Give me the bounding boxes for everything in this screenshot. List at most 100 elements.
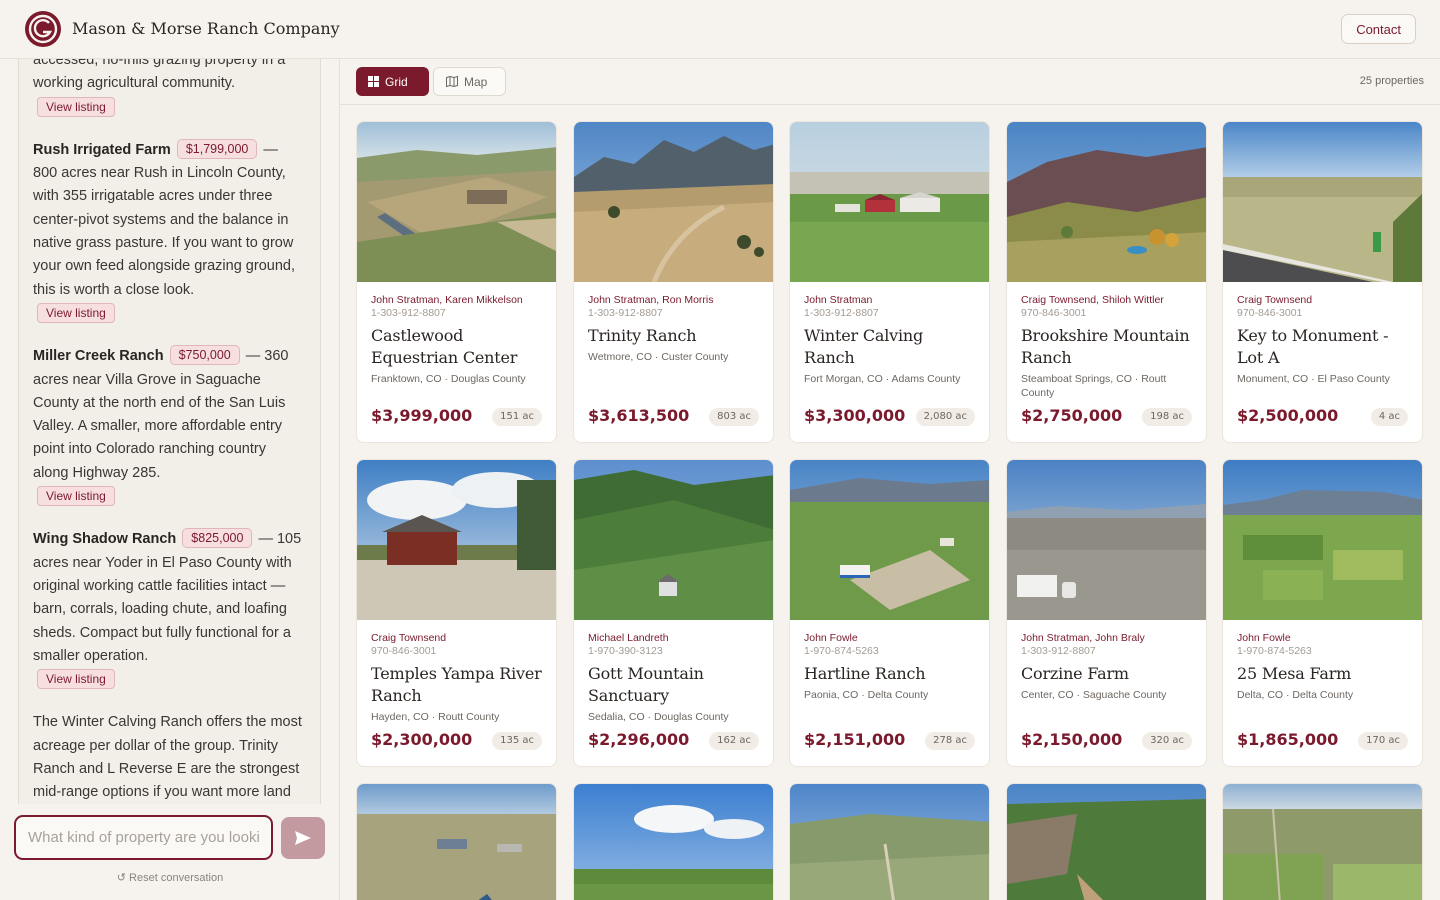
property-card[interactable] — [1222, 783, 1423, 900]
view-toolbar: Grid Map 25 properties — [340, 59, 1440, 105]
property-photo[interactable] — [1007, 784, 1206, 900]
agent-phone[interactable]: 1-303-912-8807 — [1021, 645, 1192, 657]
property-location: Delta, CO · Delta County — [1237, 689, 1354, 701]
listings-main: Grid Map 25 properties John Stratman, Ka… — [340, 59, 1440, 900]
property-card[interactable]: John Stratman, Ron Morris 1-303-912-8807 T… — [573, 121, 774, 443]
property-photo[interactable] — [574, 784, 773, 900]
property-location: Fort Morgan, CO · Adams County — [804, 373, 961, 385]
property-photo[interactable] — [790, 122, 989, 282]
property-price: $2,150,000 — [1021, 730, 1123, 749]
agent-link[interactable]: Shiloh Wittler — [1102, 294, 1164, 306]
property-card[interactable]: John Stratman, Karen Mikkelson 1-303-912-… — [356, 121, 557, 443]
property-title[interactable]: Trinity Ranch — [588, 325, 759, 347]
agent-link[interactable]: John Stratman — [1021, 632, 1089, 644]
grid-icon — [368, 76, 379, 87]
reset-conversation-link[interactable]: ↺ Reset conversation — [0, 871, 340, 884]
property-title[interactable]: Winter Calving Ranch — [804, 325, 975, 369]
acreage-badge: 162 ac — [709, 732, 759, 750]
agent-link[interactable]: John Braly — [1095, 632, 1145, 644]
property-photo[interactable] — [1223, 122, 1422, 282]
tab-grid[interactable]: Grid — [356, 67, 429, 96]
property-photo[interactable] — [574, 122, 773, 282]
property-card[interactable]: John Stratman, John Braly 1-303-912-8807 C… — [1006, 459, 1207, 767]
card-body: John Stratman, John Braly 1-303-912-8807 C… — [1007, 620, 1206, 702]
property-title[interactable]: Hartline Ranch — [804, 663, 975, 685]
property-location: Sedalia, CO · Douglas County — [588, 711, 729, 723]
property-photo[interactable] — [357, 784, 556, 900]
property-photo[interactable] — [790, 784, 989, 900]
property-card[interactable] — [789, 783, 990, 900]
view-listing-button[interactable]: View listing — [37, 302, 115, 323]
agent-phone[interactable]: 1-303-912-8807 — [371, 307, 542, 319]
agent-phone[interactable]: 1-303-912-8807 — [804, 307, 975, 319]
property-price: $3,999,000 — [371, 406, 473, 425]
agent-phone[interactable]: 1-970-874-5263 — [1237, 645, 1408, 657]
property-title[interactable]: Temples Yampa River Ranch — [371, 663, 542, 707]
agent-phone[interactable]: 1-970-874-5263 — [804, 645, 975, 657]
property-card[interactable] — [573, 783, 774, 900]
agent-phone[interactable]: 970-846-3001 — [1021, 307, 1192, 319]
property-card[interactable]: John Fowle 1-970-874-5263 Hartline Ranch Pa… — [789, 459, 990, 767]
brand-logo-icon[interactable] — [24, 10, 62, 48]
agent-link[interactable]: John Fowle — [804, 632, 858, 644]
property-card[interactable]: Craig Townsend 970-846-3001 Temples Yampa … — [356, 459, 557, 767]
agent-link[interactable]: Michael Landreth — [588, 632, 669, 644]
chat-messages[interactable]: accessed, no-frills grazing property in … — [18, 59, 321, 804]
agent-phone[interactable]: 970-846-3001 — [371, 645, 542, 657]
property-title[interactable]: 25 Mesa Farm — [1237, 663, 1408, 685]
property-card[interactable]: Craig Townsend 970-846-3001 Key to Monumen… — [1222, 121, 1423, 443]
property-location: Wetmore, CO · Custer County — [588, 351, 729, 363]
view-listing-button[interactable]: View listing — [37, 96, 115, 117]
agent-link[interactable]: John Stratman — [371, 294, 439, 306]
property-price: $2,500,000 — [1237, 406, 1339, 425]
property-title[interactable]: Castlewood Equestrian Center — [371, 325, 542, 369]
contact-button[interactable]: Contact — [1341, 14, 1416, 44]
property-photo[interactable] — [574, 460, 773, 620]
chat-listing-name: Wing Shadow Ranch — [33, 531, 177, 548]
view-listing-button[interactable]: View listing — [37, 669, 115, 690]
card-body: Craig Townsend 970-846-3001 Key to Monumen… — [1223, 282, 1422, 386]
agent-link[interactable]: Ron Morris — [662, 294, 713, 306]
agent-link[interactable]: Karen Mikkelson — [445, 294, 523, 306]
agent-phone[interactable]: 1-970-390-3123 — [588, 645, 759, 657]
property-title[interactable]: Gott Mountain Sanctuary — [588, 663, 759, 707]
agent-link[interactable]: John Stratman — [588, 294, 656, 306]
chat-input[interactable] — [16, 817, 271, 858]
property-photo[interactable] — [1223, 460, 1422, 620]
app-header: Mason & Morse Ranch Company Contact — [0, 0, 1440, 59]
agent-names: John Fowle — [1237, 632, 1408, 644]
brand-name[interactable]: Mason & Morse Ranch Company — [72, 19, 340, 38]
property-card[interactable] — [1006, 783, 1207, 900]
property-photo[interactable] — [790, 460, 989, 620]
agent-link[interactable]: John Fowle — [1237, 632, 1291, 644]
agent-names: John Fowle — [804, 632, 975, 644]
view-listing-button[interactable]: View listing — [37, 486, 115, 507]
property-photo[interactable] — [1223, 784, 1422, 900]
property-card[interactable]: John Fowle 1-970-874-5263 25 Mesa Farm Delt… — [1222, 459, 1423, 767]
agent-phone[interactable]: 1-303-912-8807 — [588, 307, 759, 319]
property-title[interactable]: Corzine Farm — [1021, 663, 1192, 685]
chat-sidebar: accessed, no-frills grazing property in … — [0, 59, 340, 900]
property-card[interactable] — [356, 783, 557, 900]
property-photo[interactable] — [1007, 460, 1206, 620]
tab-map[interactable]: Map — [433, 67, 506, 96]
agent-link[interactable]: Craig Townsend — [371, 632, 446, 644]
tab-map-label: Map — [464, 74, 488, 89]
property-price: $1,865,000 — [1237, 730, 1339, 749]
property-location: Franktown, CO · Douglas County — [371, 373, 526, 385]
property-title[interactable]: Brookshire Mountain Ranch — [1021, 325, 1192, 369]
send-button[interactable] — [281, 817, 325, 859]
chat-message-list: accessed, no-frills grazing property in … — [33, 59, 305, 804]
agent-names: John Stratman — [804, 294, 975, 306]
agent-phone[interactable]: 970-846-3001 — [1237, 307, 1408, 319]
agent-link[interactable]: John Stratman — [804, 294, 872, 306]
property-card[interactable]: Craig Townsend, Shiloh Wittler 970-846-30… — [1006, 121, 1207, 443]
agent-link[interactable]: Craig Townsend — [1237, 294, 1312, 306]
agent-link[interactable]: Craig Townsend — [1021, 294, 1096, 306]
property-title[interactable]: Key to Monument - Lot A — [1237, 325, 1408, 369]
property-card[interactable]: Michael Landreth 1-970-390-3123 Gott Mount… — [573, 459, 774, 767]
property-photo[interactable] — [357, 460, 556, 620]
property-photo[interactable] — [357, 122, 556, 282]
property-photo[interactable] — [1007, 122, 1206, 282]
property-card[interactable]: John Stratman 1-303-912-8807 Winter Calvin… — [789, 121, 990, 443]
